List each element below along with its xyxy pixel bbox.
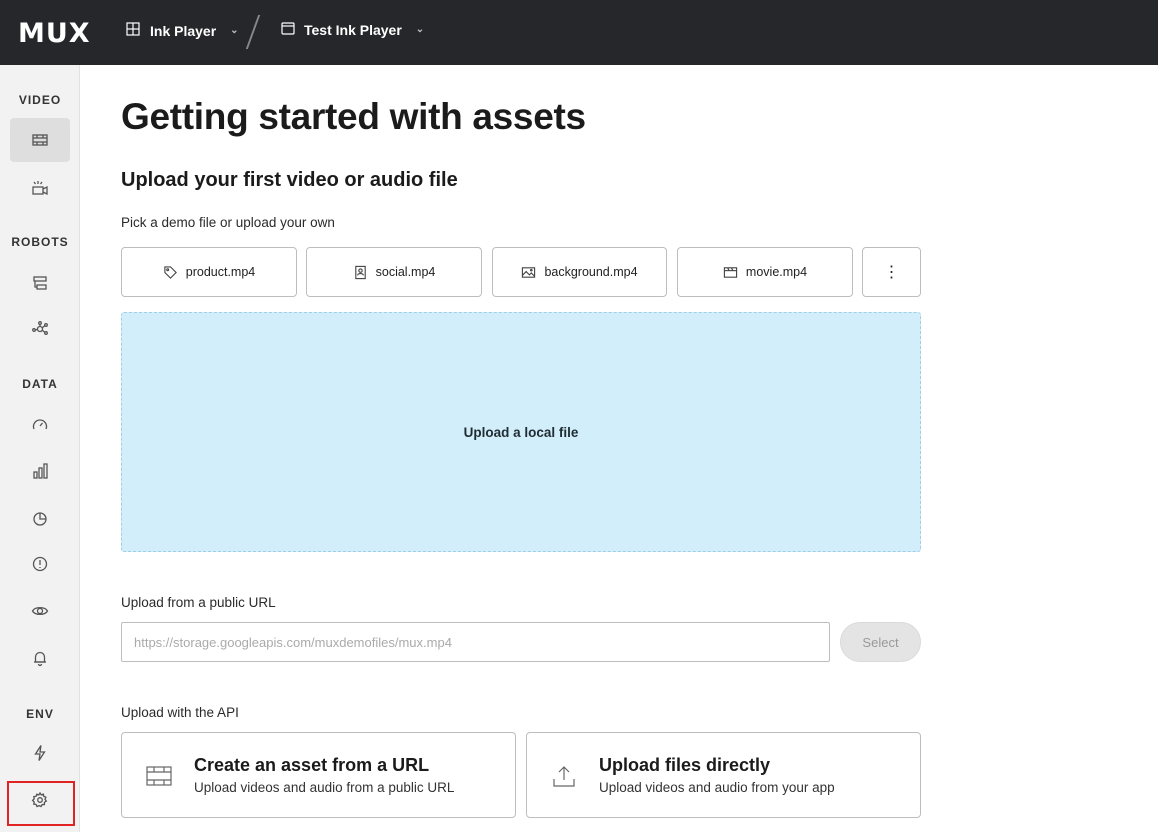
api-card-title: Create an asset from a URL [194,755,430,775]
lightning-icon [34,745,46,761]
create-asset-from-url-card[interactable]: Create an asset from a URL Upload videos… [121,732,516,818]
api-card-subtitle: Upload videos and audio from your app [599,780,835,795]
demo-file-background-button[interactable]: background.mp4 [492,247,667,297]
clapper-icon [723,266,738,278]
portrait-icon [354,265,366,279]
org-label: Ink Player [150,22,217,39]
sidebar-section-env: ENV [26,707,54,721]
image-icon [522,266,536,278]
sidebar-section-data: DATA [22,377,58,391]
upload-icon [553,766,575,787]
breadcrumb-separator [245,15,261,49]
calendar-icon [280,20,296,39]
section-heading: Upload your first video or audio file [121,169,458,191]
alert-icon [32,556,48,572]
workflow-icon [33,276,47,290]
url-input[interactable] [121,622,830,662]
film-icon [146,766,172,786]
film-icon [32,134,48,146]
chevron-down-icon: ⌄ [230,25,239,36]
demo-files-label: Pick a demo file or upload your own [121,215,335,230]
tag-icon [164,265,177,279]
more-vertical-icon: ⋮ [883,264,900,281]
gauge-icon [32,419,48,430]
demo-file-label: movie.mp4 [745,265,808,279]
pie-chart-icon [33,512,47,526]
page-title: Getting started with assets [121,96,586,137]
api-upload-label: Upload with the API [121,705,239,720]
top-bar: MUX Ink Player ⌄ Test Ink Player ⌄ [0,0,1158,65]
sidebar-section-robots: ROBOTS [11,235,69,249]
mux-logo[interactable]: MUX [18,18,91,49]
demo-file-product-button[interactable]: product.mp4 [121,247,297,297]
demo-file-movie-button[interactable]: movie.mp4 [677,247,853,297]
select-button[interactable]: Select [840,622,921,662]
chevron-down-icon: ⌄ [415,24,425,35]
sidebar-section-video: VIDEO [18,93,62,107]
settings-highlight-box [7,781,75,826]
sidebar-item-views[interactable] [10,589,70,633]
bell-icon [34,651,46,667]
sidebar-item-live-streams[interactable] [10,166,70,210]
sidebar: VIDEO ROBOTS DATA ENV [0,65,80,832]
sidebar-item-network[interactable] [10,307,70,351]
sidebar-item-metrics[interactable] [10,403,70,447]
api-card-subtitle: Upload videos and audio from a public UR… [194,780,455,795]
network-icon [32,321,48,335]
demo-file-label: background.mp4 [544,265,638,279]
sidebar-item-alerts[interactable] [10,636,70,680]
sidebar-item-assets[interactable] [10,118,70,162]
bar-chart-icon [33,463,48,479]
environment-label: Test Ink Player [304,21,402,38]
dropzone-label: Upload a local file [463,424,579,440]
sidebar-item-errors[interactable] [10,542,70,586]
upload-dropzone[interactable]: Upload a local file [121,312,921,552]
sidebar-item-workflows[interactable] [10,261,70,305]
sidebar-item-integrations[interactable] [10,731,70,775]
url-upload-label: Upload from a public URL [121,595,276,610]
eye-icon [31,606,49,616]
sidebar-item-charts[interactable] [10,449,70,493]
more-demo-files-button[interactable]: ⋮ [862,247,921,297]
upload-files-directly-card[interactable]: Upload files directly Upload videos and … [526,732,921,818]
demo-file-label: social.mp4 [375,265,436,279]
org-switcher[interactable]: Ink Player ⌄ [124,20,239,41]
demo-file-social-button[interactable]: social.mp4 [306,247,482,297]
environment-switcher[interactable]: Test Ink Player ⌄ [280,20,424,39]
demo-file-label: product.mp4 [185,265,256,279]
camera-icon [32,181,48,196]
api-card-title: Upload files directly [599,755,771,775]
sidebar-item-breakdowns[interactable] [10,496,70,540]
building-icon [124,20,142,41]
